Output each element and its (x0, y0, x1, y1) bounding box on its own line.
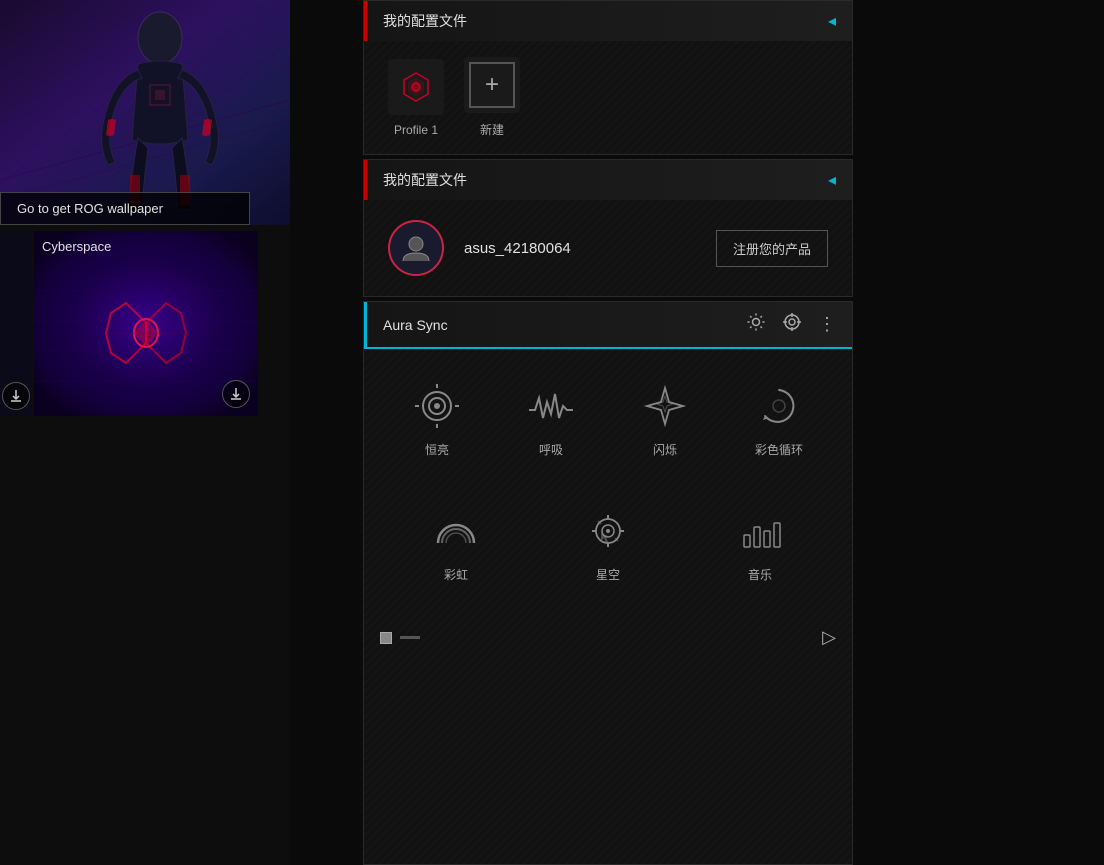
profiles-list: Profile 1 + 新建 (364, 41, 852, 154)
aura-sync-section: Aura Sync (363, 301, 853, 865)
dot-active[interactable] (380, 632, 392, 644)
profile-1-item[interactable]: Profile 1 (388, 59, 444, 137)
aura-effect-music[interactable]: 音乐 (684, 490, 836, 599)
breathing-icon (526, 381, 576, 431)
music-icon (735, 506, 785, 556)
thumb-download-cyberspace[interactable] (222, 380, 250, 408)
aura-effect-flashing[interactable]: 闪烁 (608, 365, 722, 474)
aura-target-button[interactable] (782, 312, 802, 337)
aura-effects-row2: 彩虹 (364, 490, 852, 615)
main-panel: 我的配置文件 ◂ Profile 1 (363, 0, 853, 865)
thumb-left[interactable] (0, 231, 32, 416)
aura-effect-starry[interactable]: 星空 (532, 490, 684, 599)
register-product-button[interactable]: 注册您的产品 (716, 230, 828, 267)
aura-settings-button[interactable] (746, 312, 766, 337)
user-avatar (388, 220, 444, 276)
profiles-header: 我的配置文件 ◂ (364, 1, 852, 41)
aura-header-icons: ⋮ (746, 312, 836, 337)
add-profile-icon: + (464, 57, 520, 113)
music-label: 音乐 (748, 566, 772, 583)
profiles-section: 我的配置文件 ◂ Profile 1 (363, 0, 853, 155)
rainbow-icon (431, 506, 481, 556)
add-profile-item[interactable]: + 新建 (464, 57, 520, 138)
wallpaper-thumbnails: Cyberspace (0, 229, 290, 418)
myconfig-content: asus_42180064 注册您的产品 (364, 200, 852, 296)
profile-1-icon (388, 59, 444, 115)
flashing-label: 闪烁 (653, 441, 677, 458)
rainbow-label: 彩虹 (444, 566, 468, 583)
left-panel: Go to get ROG wallpaper (0, 0, 290, 865)
aura-effect-colorcycle[interactable]: 彩色循环 (722, 365, 836, 474)
aura-effect-rainbow[interactable]: 彩虹 (380, 490, 532, 599)
go-to-wallpaper-button[interactable]: Go to get ROG wallpaper (0, 192, 250, 225)
myconfig-arrow-icon: ◂ (828, 170, 836, 190)
plus-icon: + (469, 62, 515, 108)
cyberspace-label: Cyberspace (42, 239, 111, 404)
colorcycle-icon (754, 381, 804, 431)
aura-footer: ▷ (364, 615, 852, 660)
avatar-icon (401, 233, 431, 263)
aura-effect-breathing[interactable]: 呼吸 (494, 365, 608, 474)
target-icon (782, 312, 802, 332)
rog-profile-icon (394, 65, 438, 109)
aura-header: Aura Sync (364, 302, 852, 349)
gear-icon (746, 312, 766, 332)
profile-1-label: Profile 1 (394, 123, 438, 137)
dot-inactive (400, 636, 420, 639)
starry-icon (583, 506, 633, 556)
username-text: asus_42180064 (464, 240, 696, 257)
aura-title: Aura Sync (383, 317, 448, 333)
aura-more-button[interactable]: ⋮ (818, 314, 836, 335)
thumb-download-left[interactable] (2, 382, 30, 410)
flashing-icon (640, 381, 690, 431)
starry-label: 星空 (596, 566, 620, 583)
wallpaper-hero: Go to get ROG wallpaper (0, 0, 290, 225)
profiles-section-title: 我的配置文件 (383, 11, 467, 31)
aura-page-dots (380, 632, 420, 644)
static-icon (412, 381, 462, 431)
aura-effect-static[interactable]: 恒亮 (380, 365, 494, 474)
aura-next-button[interactable]: ▷ (822, 627, 836, 648)
profiles-arrow-icon: ◂ (828, 11, 836, 31)
add-profile-label: 新建 (480, 121, 504, 138)
myconfig-section: 我的配置文件 ◂ asus_42180064 注册您的产品 (363, 159, 853, 297)
breathing-label: 呼吸 (539, 441, 563, 458)
static-label: 恒亮 (425, 441, 449, 458)
thumb-cyberspace[interactable]: Cyberspace (34, 231, 258, 416)
myconfig-section-title: 我的配置文件 (383, 170, 467, 190)
colorcycle-label: 彩色循环 (755, 441, 803, 458)
myconfig-header: 我的配置文件 ◂ (364, 160, 852, 200)
aura-effects-grid: 恒亮 呼吸 (364, 349, 852, 490)
